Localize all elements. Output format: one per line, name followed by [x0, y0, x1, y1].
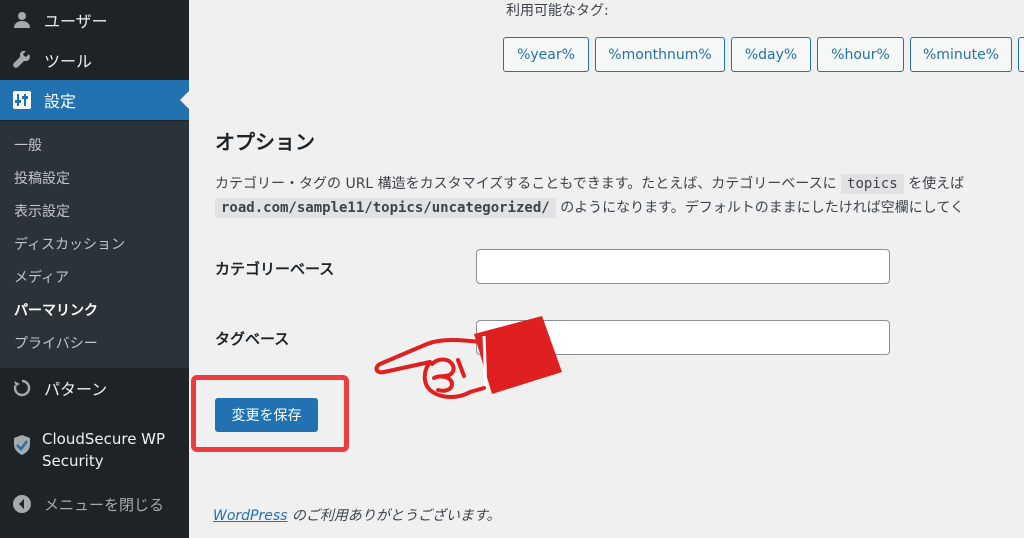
submenu-item-media[interactable]: メディア [14, 267, 69, 287]
category-base-input[interactable] [476, 249, 890, 284]
sidebar-item-users[interactable]: ユーザー [0, 0, 189, 40]
submenu-item-writing[interactable]: 投稿設定 [14, 168, 70, 188]
tag-button-hour[interactable]: %hour% [817, 37, 904, 72]
submenu-item-reading[interactable]: 表示設定 [14, 201, 70, 221]
shield-check-icon [12, 434, 32, 460]
current-indicator [180, 91, 189, 109]
code-sample: road.com/sample11/topics/uncategorized/ [215, 198, 556, 218]
sidebar-item-label: ユーザー [44, 12, 108, 31]
category-base-label: カテゴリーベース [215, 260, 335, 278]
submenu-item-permalinks[interactable]: パーマリンク [14, 300, 98, 320]
collapse-menu-button[interactable]: メニューを閉じる [0, 484, 189, 524]
collapse-arrow-icon [12, 494, 32, 514]
submenu-item-general[interactable]: 一般 [14, 135, 42, 155]
wordpress-link[interactable]: WordPress [213, 508, 287, 524]
sidebar-item-tools[interactable]: ツール [0, 40, 189, 80]
sidebar-item-patterns[interactable]: パターン [0, 368, 189, 408]
tag-button-partial[interactable] [1018, 37, 1024, 72]
sidebar-item-label: パターン [44, 380, 108, 399]
tag-button-minute[interactable]: %minute% [910, 37, 1012, 72]
available-tags-label: 利用可能なタグ: [506, 3, 609, 19]
wrench-icon [12, 50, 32, 70]
sidebar-item-label: ツール [44, 52, 93, 71]
submenu-item-discussion[interactable]: ディスカッション [14, 234, 125, 254]
footer-credit: WordPress のご利用ありがとうございます。 [213, 508, 501, 524]
sidebar-item-cloudsecure[interactable]: CloudSecure WP Security [0, 428, 189, 480]
submenu-item-privacy[interactable]: プライバシー [14, 333, 98, 353]
tag-base-label: タグベース [215, 330, 290, 348]
sidebar-item-settings[interactable]: 設定 [0, 80, 189, 120]
sidebar-item-label: CloudSecure WP Security [42, 430, 166, 470]
tag-button-monthnum[interactable]: %monthnum% [595, 37, 725, 72]
settings-icon [12, 90, 32, 110]
tag-button-year[interactable]: %year% [503, 37, 589, 72]
sidebar-item-label: 設定 [44, 92, 77, 111]
options-description-line1: カテゴリー・タグの URL 構造をカスタマイズすることもできます。たとえば、カテ… [215, 174, 965, 194]
options-title: オプション [215, 130, 315, 154]
pattern-icon [12, 378, 32, 398]
settings-submenu: 一般 投稿設定 表示設定 ディスカッション メディア パーマリンク プライバシー [0, 121, 189, 368]
pointing-hand-icon [374, 316, 562, 399]
highlight-box [191, 375, 349, 452]
tag-button-day[interactable]: %day% [731, 37, 811, 72]
code-sample: topics [841, 174, 904, 194]
sidebar-item-label: メニューを閉じる [44, 495, 165, 514]
admin-sidebar: ユーザー ツール 設定 一般 投稿設定 表示設定 ディスカッション メディア パ… [0, 0, 189, 538]
user-icon [12, 10, 32, 30]
options-description-line2: road.com/sample11/topics/uncategorized/ … [215, 197, 964, 218]
